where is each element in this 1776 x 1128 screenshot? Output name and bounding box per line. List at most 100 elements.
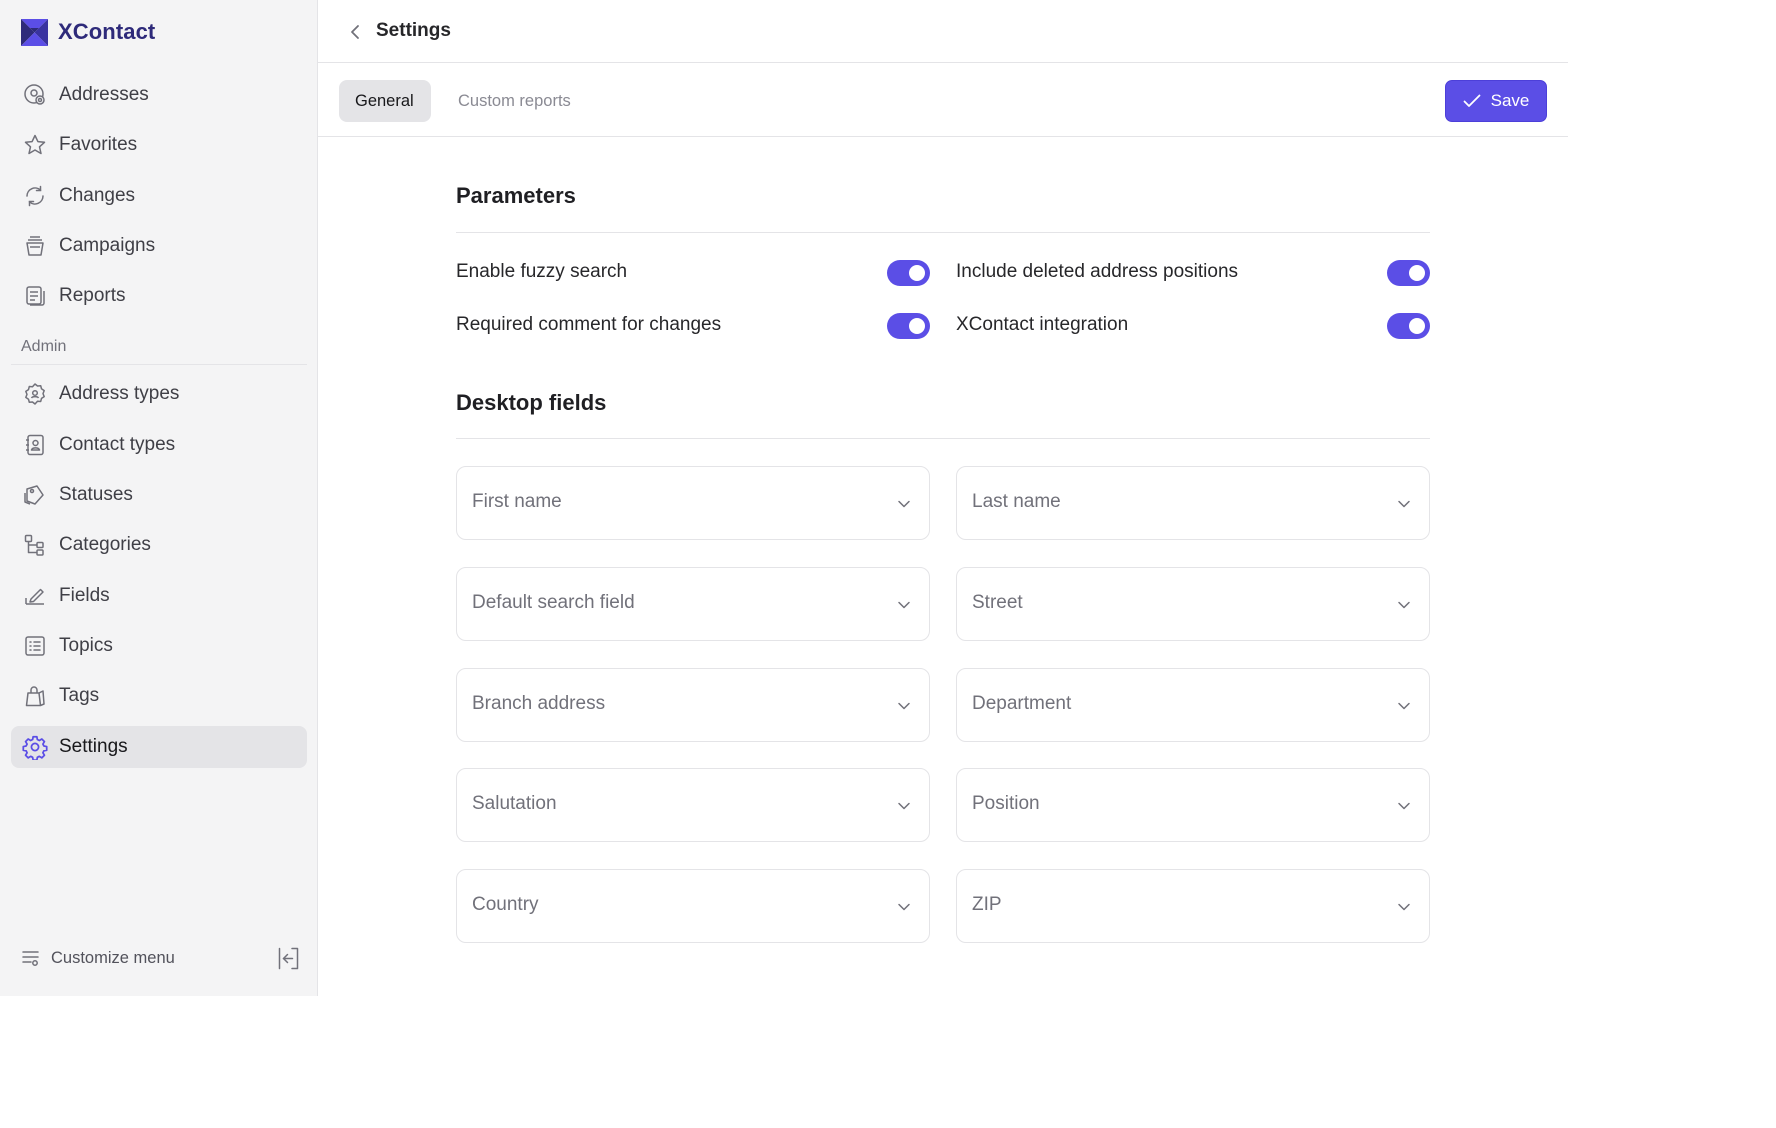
- last-name-select[interactable]: Last name: [956, 466, 1430, 540]
- sidebar-item-statuses[interactable]: Statuses: [11, 474, 307, 516]
- sidebar-item-label: Settings: [59, 736, 128, 757]
- admin-section-label: Admin: [21, 338, 67, 355]
- xcontact-integration-label: XContact integration: [956, 314, 1129, 335]
- app-name: XContact: [58, 19, 156, 44]
- deleted-positions-label: Include deleted address positions: [956, 261, 1239, 282]
- xcontact-integration-toggle[interactable]: [1387, 313, 1430, 339]
- default-search-field-select[interactable]: Default search field: [456, 567, 930, 641]
- basket-icon: [22, 233, 48, 259]
- customize-menu-button[interactable]: Customize menu: [21, 944, 175, 972]
- sidebar-item-label: Contact types: [59, 434, 176, 455]
- select-value: Salutation: [472, 793, 557, 814]
- divider: [456, 438, 1430, 439]
- contact-book-icon: [22, 432, 48, 458]
- report-icon: [22, 283, 48, 309]
- check-icon: [1463, 94, 1481, 107]
- chevron-down-icon: [898, 802, 910, 810]
- star-icon: [22, 132, 48, 158]
- chevron-left-icon[interactable]: [346, 22, 364, 42]
- zip-select[interactable]: ZIP: [956, 869, 1430, 943]
- first-name-select[interactable]: First name: [456, 466, 930, 540]
- tab-general[interactable]: General: [339, 80, 431, 122]
- select-value: Position: [972, 793, 1040, 814]
- select-value: Country: [472, 894, 539, 915]
- street-select[interactable]: Street: [956, 567, 1430, 641]
- select-value: Branch address: [472, 693, 606, 714]
- toggle-knob: [1409, 318, 1425, 334]
- toggle-knob: [909, 318, 925, 334]
- sidebar-item-label: Statuses: [59, 484, 133, 505]
- branch-address-select[interactable]: Branch address: [456, 668, 930, 742]
- sidebar-item-tags[interactable]: Tags: [11, 675, 307, 717]
- sidebar-item-addresses[interactable]: Addresses: [11, 74, 307, 116]
- select-value: ZIP: [972, 894, 1002, 915]
- brand[interactable]: XContact: [21, 17, 155, 47]
- sidebar-item-changes[interactable]: Changes: [11, 175, 307, 217]
- select-value: Last name: [972, 491, 1061, 512]
- sidebar-item-label: Favorites: [59, 134, 138, 155]
- chevron-down-icon: [1398, 601, 1410, 609]
- select-value: Default search field: [472, 592, 635, 613]
- sidebar-item-label: Address types: [59, 383, 180, 404]
- sidebar-item-campaigns[interactable]: Campaigns: [11, 225, 307, 267]
- address-pin-icon: [22, 82, 48, 108]
- salutation-select[interactable]: Salutation: [456, 768, 930, 842]
- divider: [456, 232, 1430, 233]
- edit-field-icon: [22, 583, 48, 609]
- sidebar-item-favorites[interactable]: Favorites: [11, 124, 307, 166]
- save-label: Save: [1490, 91, 1530, 110]
- required-comment-toggle[interactable]: [887, 313, 930, 339]
- toggle-knob: [909, 265, 925, 281]
- refresh-icon: [22, 183, 48, 209]
- select-value: First name: [472, 491, 562, 512]
- chevron-down-icon: [898, 500, 910, 508]
- select-value: Department: [972, 693, 1072, 714]
- sidebar-item-categories[interactable]: Categories: [11, 524, 307, 566]
- chevron-down-icon: [898, 702, 910, 710]
- chevron-down-icon: [1398, 702, 1410, 710]
- desktop-fields-heading: Desktop fields: [456, 390, 607, 415]
- deleted-positions-toggle[interactable]: [1387, 260, 1430, 286]
- page-title: Settings: [376, 20, 451, 41]
- chevron-down-icon: [1398, 802, 1410, 810]
- top-bar: [318, 0, 1568, 63]
- position-select[interactable]: Position: [956, 768, 1430, 842]
- tab-custom-reports[interactable]: Custom reports: [442, 80, 587, 122]
- department-select[interactable]: Department: [956, 668, 1430, 742]
- sidebar-item-contact-types[interactable]: Contact types: [11, 424, 307, 466]
- sidebar-item-label: Fields: [59, 585, 110, 606]
- toggle-knob: [1409, 265, 1425, 281]
- sidebar-item-topics[interactable]: Topics: [11, 625, 307, 667]
- divider: [11, 364, 307, 365]
- chevron-down-icon: [1398, 903, 1410, 911]
- chevron-down-icon: [898, 601, 910, 609]
- chevron-down-icon: [1398, 500, 1410, 508]
- sidebar-item-label: Changes: [59, 185, 136, 206]
- sidebar: XContact Addresses Favorites Changes Cam…: [0, 0, 318, 996]
- collapse-sidebar-icon[interactable]: [276, 946, 301, 971]
- customize-menu-label: Customize menu: [51, 948, 175, 967]
- xcontact-logo-icon: [21, 18, 48, 46]
- select-value: Street: [972, 592, 1023, 613]
- sliders-icon: [22, 951, 39, 966]
- hierarchy-icon: [22, 532, 48, 558]
- sidebar-item-settings[interactable]: Settings: [11, 726, 307, 768]
- sidebar-item-label: Tags: [59, 685, 100, 706]
- list-icon: [22, 633, 48, 659]
- fuzzy-search-label: Enable fuzzy search: [456, 261, 628, 282]
- sidebar-item-label: Addresses: [59, 84, 149, 105]
- tag-cards-icon: [22, 482, 48, 508]
- sidebar-item-reports[interactable]: Reports: [11, 275, 307, 317]
- sidebar-item-label: Categories: [59, 534, 151, 555]
- sidebar-item-label: Topics: [59, 635, 113, 656]
- required-comment-label: Required comment for changes: [456, 314, 722, 335]
- sidebar-item-label: Reports: [59, 285, 126, 306]
- fuzzy-search-toggle[interactable]: [887, 260, 930, 286]
- sidebar-item-fields[interactable]: Fields: [11, 575, 307, 617]
- sidebar-item-address-types[interactable]: Address types: [11, 373, 307, 415]
- badge-icon: [22, 381, 48, 407]
- gear-icon: [22, 734, 48, 760]
- country-select[interactable]: Country: [456, 869, 930, 943]
- parameters-heading: Parameters: [456, 183, 576, 208]
- save-button[interactable]: Save: [1445, 80, 1547, 122]
